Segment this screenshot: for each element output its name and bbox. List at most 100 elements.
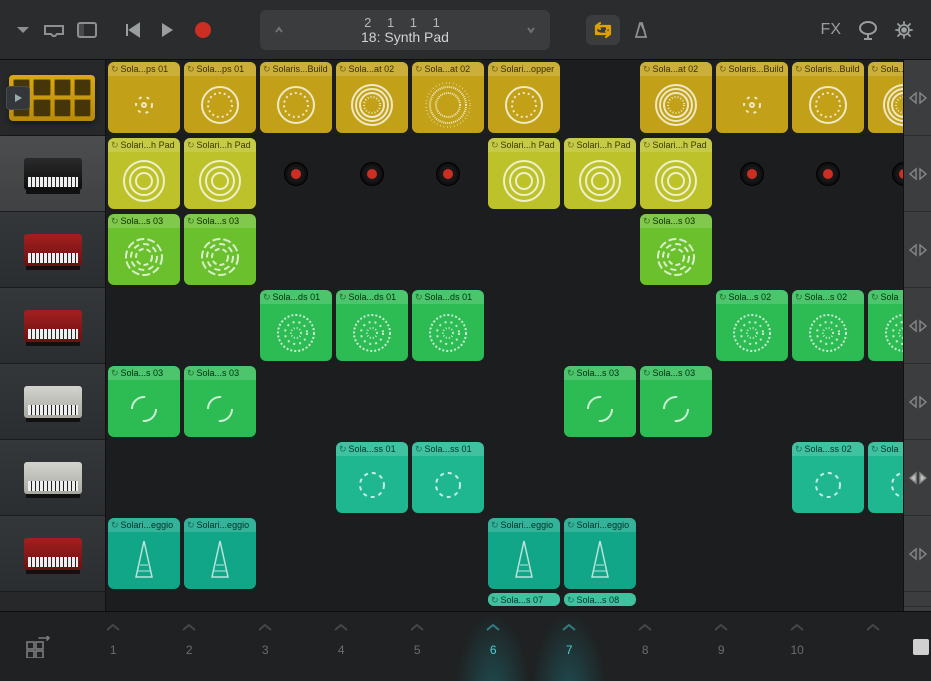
- clip-cell[interactable]: [866, 592, 903, 607]
- clip-cell[interactable]: [714, 212, 790, 288]
- row-trigger[interactable]: [904, 136, 931, 212]
- clip-cell[interactable]: ↻Sola...ds 01: [410, 288, 486, 364]
- clip-cell[interactable]: ↻Solaris...Build: [258, 60, 334, 136]
- record-slot[interactable]: [792, 138, 864, 209]
- clip-cell[interactable]: [486, 212, 562, 288]
- clip-cell[interactable]: [790, 516, 866, 592]
- clip-cell[interactable]: ↻Sola...s 07: [486, 592, 562, 607]
- clip-cell[interactable]: [258, 440, 334, 516]
- track-row[interactable]: [0, 440, 105, 516]
- edit-mode-button[interactable]: [0, 612, 75, 681]
- clip[interactable]: ↻Sola...s 03: [564, 366, 636, 437]
- clip[interactable]: ↻Solari...h Pad: [488, 138, 560, 209]
- clip-cell[interactable]: [790, 592, 866, 607]
- record-slot[interactable]: [336, 138, 408, 209]
- record-slot[interactable]: [716, 138, 788, 209]
- scene-trigger[interactable]: 6: [455, 612, 531, 681]
- clip-cell[interactable]: ↻Sola...s 03: [562, 364, 638, 440]
- go-to-start-button[interactable]: [120, 15, 146, 45]
- master-channel-icon[interactable]: [853, 15, 883, 45]
- clip-cell[interactable]: [334, 212, 410, 288]
- clip[interactable]: ↻Sola: [868, 442, 903, 513]
- clip-cell[interactable]: [486, 364, 562, 440]
- track-row[interactable]: [0, 288, 105, 364]
- clip[interactable]: ↻Solari...eggio: [564, 518, 636, 589]
- clip-cell[interactable]: ↻Sola...ps 01: [182, 60, 258, 136]
- scene-trigger[interactable]: 5: [379, 612, 455, 681]
- scene-trigger[interactable]: 7: [531, 612, 607, 681]
- view-icon[interactable]: [74, 15, 100, 45]
- clip-cell[interactable]: [714, 516, 790, 592]
- clip[interactable]: ↻Solari...opper: [488, 62, 560, 133]
- clip-cell[interactable]: [258, 592, 334, 607]
- stop-all-button[interactable]: [911, 612, 931, 681]
- clip[interactable]: ↻Sola...ss 01: [412, 442, 484, 513]
- clip-cell[interactable]: ↻Sola...ds 01: [334, 288, 410, 364]
- clip-cell[interactable]: ↻Sola...ss 02: [790, 440, 866, 516]
- clip[interactable]: ↻Sola...at 02: [412, 62, 484, 133]
- dropdown-icon[interactable]: [12, 15, 34, 45]
- clip-cell[interactable]: [258, 212, 334, 288]
- clip-cell[interactable]: ↻Sola...at 02: [334, 60, 410, 136]
- clip-cell[interactable]: ↻Solari...eggio: [562, 516, 638, 592]
- clip[interactable]: ↻Sola...ss 02: [792, 442, 864, 513]
- row-trigger[interactable]: [904, 212, 931, 288]
- clip-cell[interactable]: [790, 364, 866, 440]
- clip[interactable]: ↻Sola...s 07: [488, 593, 560, 606]
- record-slot[interactable]: [868, 138, 903, 209]
- clip[interactable]: ↻Sola...at 02: [640, 62, 712, 133]
- clip-cell[interactable]: ↻Sola...at 02: [410, 60, 486, 136]
- scene-trigger[interactable]: 9: [683, 612, 759, 681]
- row-trigger[interactable]: [904, 364, 931, 440]
- clip-cell[interactable]: ↻Sola...s 03: [638, 364, 714, 440]
- scene-trigger[interactable]: [835, 612, 911, 681]
- clip[interactable]: ↻Solari...eggio: [488, 518, 560, 589]
- clip[interactable]: ↻Sola...at 02: [336, 62, 408, 133]
- clip-cell[interactable]: ↻Solari...eggio: [106, 516, 182, 592]
- clip-cell[interactable]: [182, 440, 258, 516]
- row-trigger[interactable]: [904, 516, 931, 592]
- clip-cell[interactable]: ↻Solari...h Pad: [638, 136, 714, 212]
- clip[interactable]: ↻Sola...ps 01: [184, 62, 256, 133]
- clip-cell[interactable]: [334, 516, 410, 592]
- clip-cell[interactable]: [334, 136, 410, 212]
- clip[interactable]: ↻Solaris...Build: [260, 62, 332, 133]
- record-slot[interactable]: [260, 138, 332, 209]
- clip-cell[interactable]: ↻Sola...s 03: [182, 212, 258, 288]
- lcd-prev-icon[interactable]: [270, 23, 288, 37]
- clip-cell[interactable]: ↻Sola: [866, 440, 903, 516]
- clip[interactable]: ↻Sola...ss 01: [336, 442, 408, 513]
- clip-cell[interactable]: [638, 592, 714, 607]
- record-slot[interactable]: [412, 138, 484, 209]
- track-row[interactable]: [0, 516, 105, 592]
- track-row[interactable]: [0, 364, 105, 440]
- clip-cell[interactable]: ↻Solari...h Pad: [486, 136, 562, 212]
- clip-cell[interactable]: [410, 592, 486, 607]
- clip[interactable]: ↻Sola...s 03: [108, 366, 180, 437]
- clip[interactable]: ↻Sola...s 02: [716, 290, 788, 361]
- clip-cell[interactable]: [106, 592, 182, 607]
- clip-cell[interactable]: [410, 516, 486, 592]
- clip-cell[interactable]: [410, 212, 486, 288]
- clip-cell[interactable]: ↻Sola...ds 01: [258, 288, 334, 364]
- clip-cell[interactable]: [182, 592, 258, 607]
- clip-cell[interactable]: [258, 364, 334, 440]
- clip-cell[interactable]: [410, 136, 486, 212]
- clip-cell[interactable]: ↻Sola...s 02: [790, 288, 866, 364]
- clip-cell[interactable]: ↻Sola...s 03: [106, 364, 182, 440]
- clip-cell[interactable]: [410, 364, 486, 440]
- clip-cell[interactable]: ↻Solari...h Pad: [182, 136, 258, 212]
- clip[interactable]: ↻Solari...h Pad: [564, 138, 636, 209]
- clip-cell[interactable]: ↻Sola...s 02: [714, 288, 790, 364]
- clip-cell[interactable]: [486, 288, 562, 364]
- row-trigger[interactable]: [904, 60, 931, 136]
- clip-cell[interactable]: ↻Sola...s 03: [638, 212, 714, 288]
- clip[interactable]: ↻Sola...ps 01: [108, 62, 180, 133]
- clip[interactable]: ↻Solari...h Pad: [108, 138, 180, 209]
- clip[interactable]: ↻Solaris...Build: [716, 62, 788, 133]
- clip-cell[interactable]: ↻Solari...opper: [486, 60, 562, 136]
- clip-cell[interactable]: [866, 364, 903, 440]
- scene-trigger[interactable]: 1: [75, 612, 151, 681]
- scene-trigger[interactable]: 3: [227, 612, 303, 681]
- track-header[interactable]: [0, 60, 105, 136]
